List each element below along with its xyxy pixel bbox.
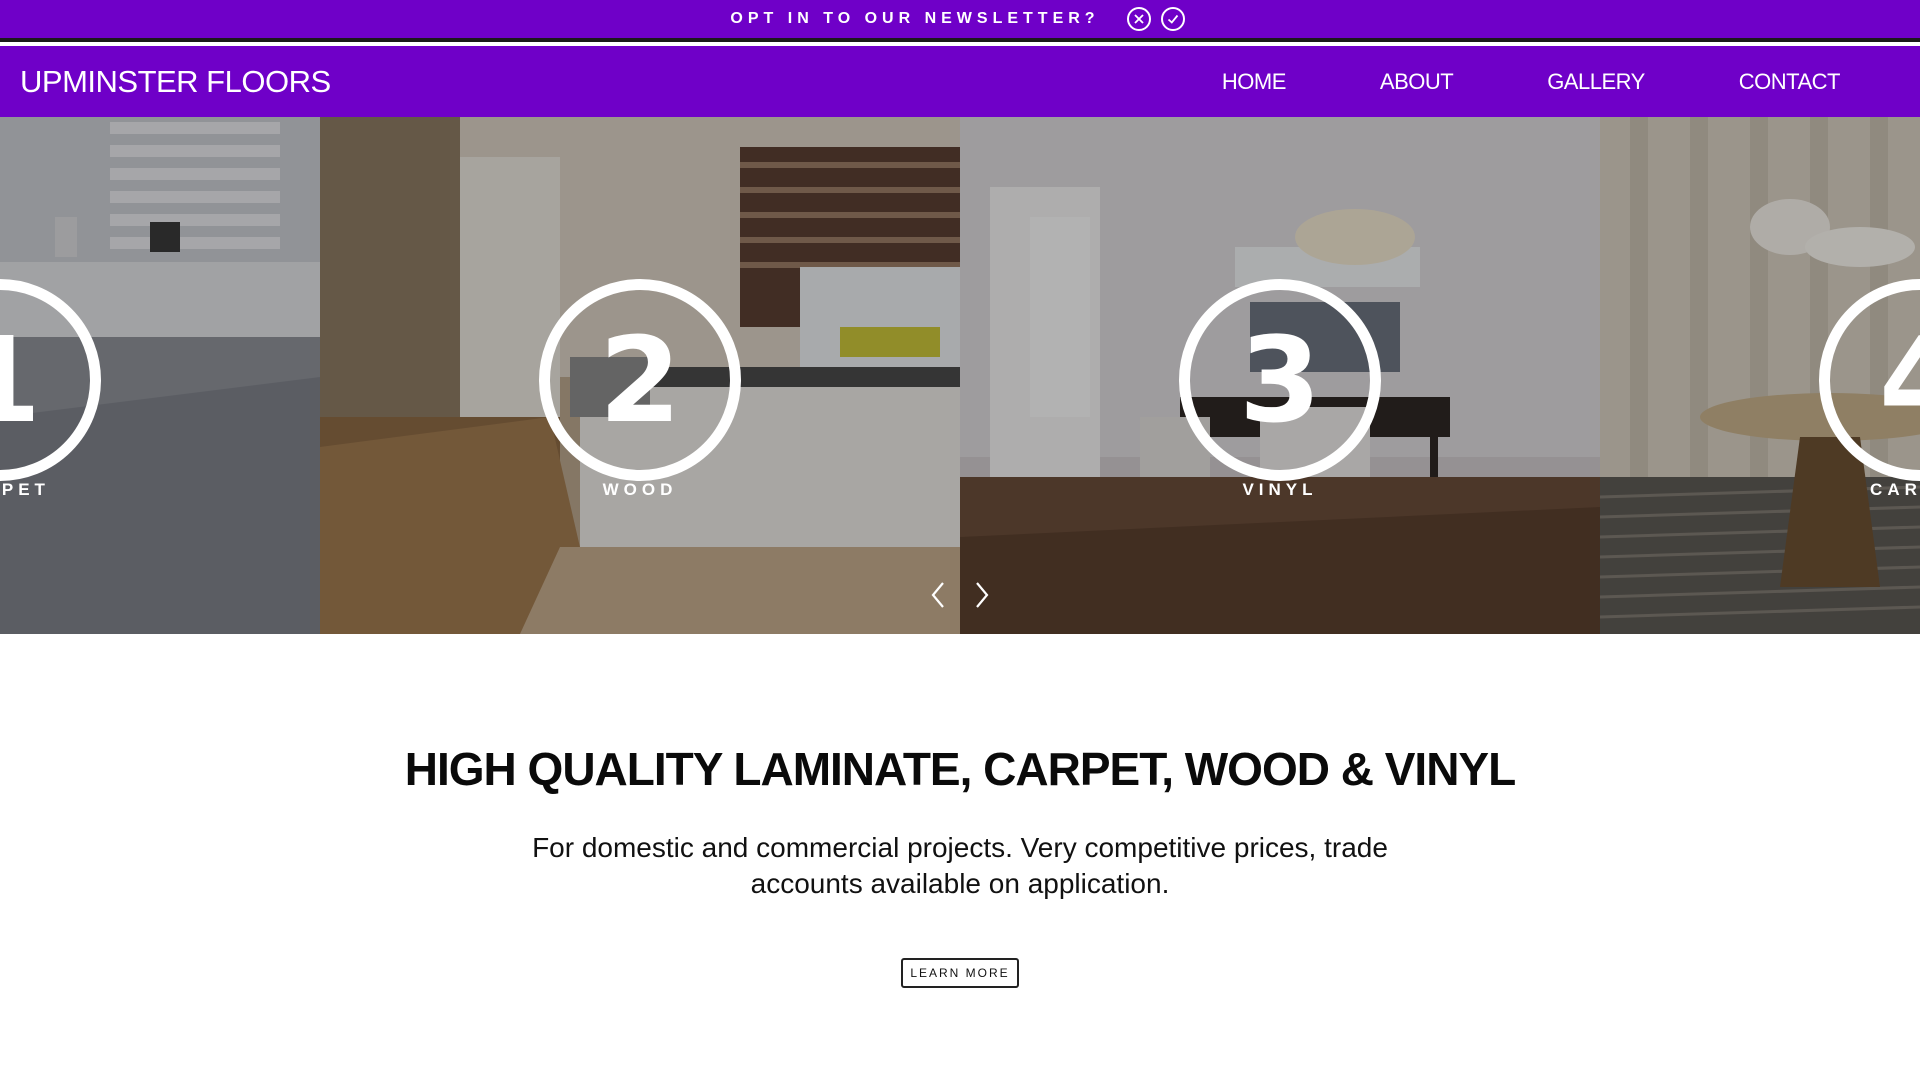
carousel-slide-carpet[interactable]: 1 CARPET [0, 117, 320, 634]
slide-label: CARPET [0, 480, 50, 499]
site-header: UPMINSTER FLOORS HOME ABOUT GALLERY CONT… [0, 46, 1920, 117]
nav-home[interactable]: HOME [1222, 69, 1287, 95]
main-nav: HOME ABOUT GALLERY CONTACT [1128, 46, 1841, 117]
learn-more-button[interactable]: LEARN MORE [901, 958, 1019, 988]
carousel-prev-button[interactable] [921, 577, 957, 613]
slide-number-badge: 2 [539, 279, 741, 481]
close-circle-icon [1133, 14, 1144, 24]
slide-number: 4 [1878, 311, 1920, 449]
page-headline: HIGH QUALITY LAMINATE, CARPET, WOOD & VI… [404, 743, 1516, 795]
slide-number: 2 [598, 311, 682, 449]
slide-number-badge: 3 [1179, 279, 1381, 481]
slide-label: VINYL [1242, 480, 1318, 499]
nav-contact[interactable]: CONTACT [1739, 69, 1841, 95]
carousel-slide-vinyl[interactable]: 3 VINYL [960, 117, 1600, 634]
check-circle-icon [1167, 14, 1178, 24]
newsletter-prompt: OPT IN TO OUR NEWSLETTER? [730, 10, 1100, 27]
chevron-left-icon [931, 582, 944, 608]
slide-number: 1 [0, 321, 41, 439]
newsletter-bar: OPT IN TO OUR NEWSLETTER? [0, 0, 1920, 42]
slide-label: CARPET [1870, 480, 1920, 499]
newsletter-accept-button[interactable] [1160, 7, 1185, 31]
carousel-slide-wood[interactable]: 2 WOOD [320, 117, 960, 634]
carousel-slide-carpet-2[interactable]: 4 CARPET [1600, 117, 1920, 634]
slide-number: 3 [1238, 311, 1322, 449]
newsletter-decline-button[interactable] [1126, 7, 1151, 31]
category-carousel: 1 CARPET 2 WOOD [0, 117, 1920, 634]
site-logo[interactable]: UPMINSTER FLOORS [20, 46, 331, 117]
carousel-next-button[interactable] [963, 577, 999, 613]
chevron-right-icon [976, 582, 989, 608]
page-subtext: For domestic and commercial projects. Ve… [532, 832, 1388, 899]
slide-label: WOOD [602, 480, 678, 499]
nav-about[interactable]: ABOUT [1380, 69, 1454, 95]
nav-gallery[interactable]: GALLERY [1547, 69, 1645, 95]
